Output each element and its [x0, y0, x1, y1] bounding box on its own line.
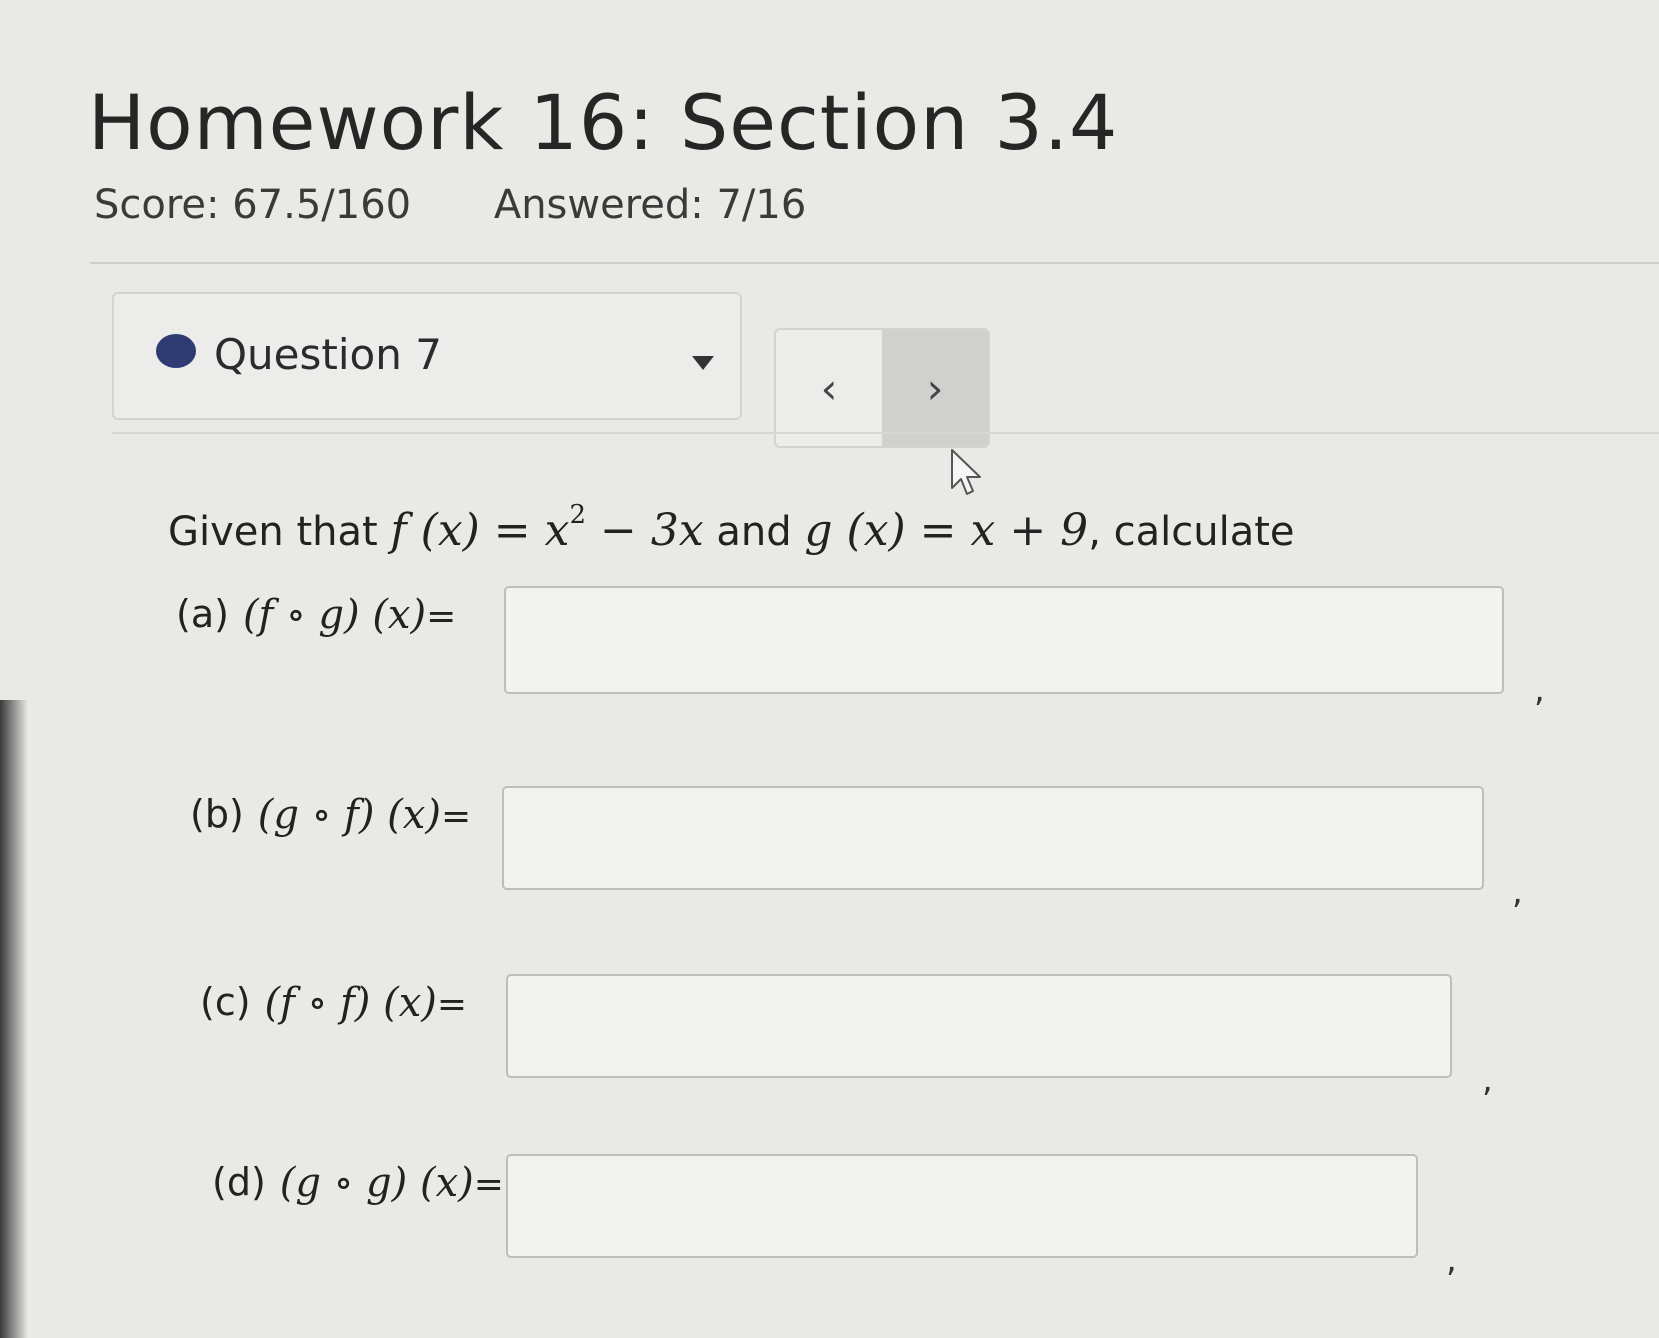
previous-question-button[interactable]: ‹	[776, 330, 882, 446]
chevron-left-icon: ‹	[820, 363, 838, 413]
divider	[112, 432, 1659, 434]
answer-input-a[interactable]	[504, 586, 1504, 694]
part-expression: (g ∘ f) (x)=	[257, 792, 472, 838]
comma: ,	[1512, 872, 1523, 912]
g-definition: g (x) = x + 9	[804, 505, 1089, 556]
part-a: (a) (f ∘ g) (x)=	[176, 592, 456, 638]
answered-text: Answered: 7/16	[493, 182, 807, 228]
exponent: 2	[569, 500, 587, 530]
answer-input-c[interactable]	[506, 974, 1452, 1078]
problem-joiner: and	[716, 509, 792, 555]
comma: ,	[1534, 670, 1545, 710]
screen-edge-shadow	[0, 700, 28, 1338]
part-expression: (f ∘ g) (x)=	[242, 592, 457, 638]
part-label: (a)	[176, 592, 229, 636]
next-question-button[interactable]: ›	[882, 330, 988, 446]
question-select-label: Question 7	[214, 330, 442, 379]
score-text: Score: 67.5/160	[94, 182, 412, 228]
problem-prefix: Given that	[168, 509, 378, 555]
question-pager: ‹ ›	[774, 328, 990, 448]
part-label: (d)	[212, 1160, 266, 1204]
part-c: (c) (f ∘ f) (x)=	[200, 980, 467, 1026]
part-label: (c)	[200, 980, 251, 1024]
answer-input-b[interactable]	[502, 786, 1484, 890]
divider	[90, 262, 1659, 264]
comma: ,	[1446, 1240, 1457, 1280]
problem-suffix: , calculate	[1088, 509, 1295, 555]
answer-input-d[interactable]	[506, 1154, 1418, 1258]
part-expression: (g ∘ g) (x)=	[279, 1160, 504, 1206]
problem-statement: Given that f (x) = x2 − 3x and g (x) = x…	[168, 500, 1295, 556]
part-b: (b) (g ∘ f) (x)=	[190, 792, 471, 838]
score-bar: Score: 67.5/160 Answered: 7/16	[94, 182, 876, 228]
status-dot-icon	[156, 334, 196, 368]
page-title: Homework 16: Section 3.4	[88, 78, 1119, 167]
chevron-right-icon: ›	[926, 363, 944, 413]
mouse-pointer-icon	[951, 449, 981, 495]
question-select[interactable]: Question 7	[112, 292, 742, 420]
homework-page: Homework 16: Section 3.4 Score: 67.5/160…	[0, 0, 1659, 1338]
comma: ,	[1482, 1060, 1493, 1100]
part-d: (d) (g ∘ g) (x)=	[212, 1160, 504, 1206]
part-expression: (f ∘ f) (x)=	[264, 980, 468, 1026]
caret-down-icon	[692, 356, 714, 370]
f-definition: f (x) = x2 − 3x	[390, 500, 704, 556]
part-label: (b)	[190, 792, 244, 836]
